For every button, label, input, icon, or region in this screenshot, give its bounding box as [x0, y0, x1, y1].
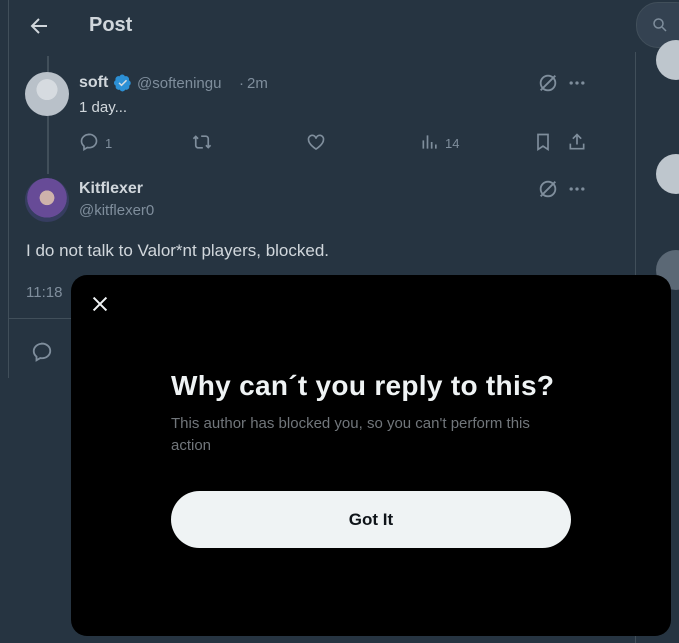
close-icon[interactable] [89, 293, 111, 315]
dialog-title: Why can´t you reply to this? [171, 370, 555, 401]
got-it-button[interactable]: Got It [171, 491, 571, 548]
reply-restricted-dialog: Why can´t you reply to this? This author… [71, 275, 671, 636]
dialog-body: This author has blocked you, so you can'… [171, 415, 530, 454]
